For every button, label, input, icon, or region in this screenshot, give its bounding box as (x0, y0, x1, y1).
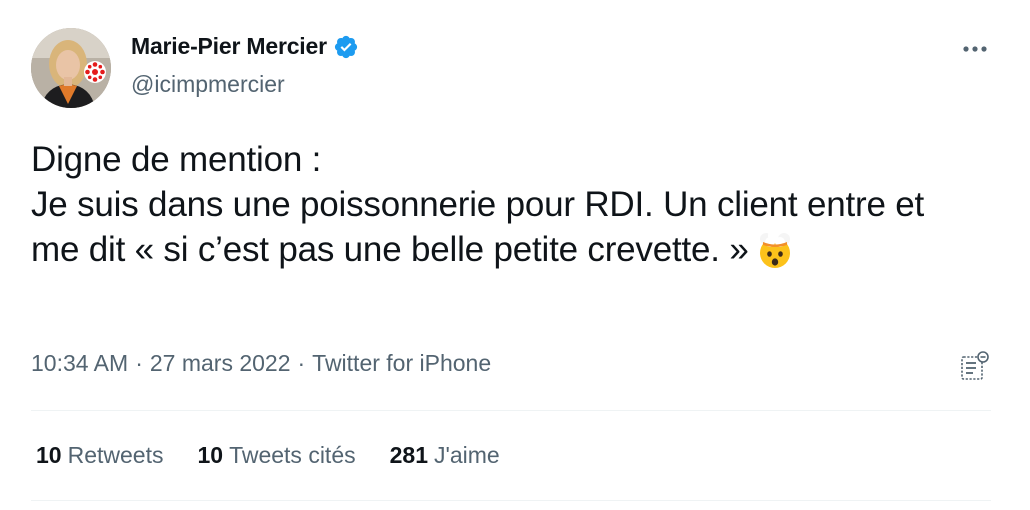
verified-badge-icon (334, 35, 357, 58)
retweets-stat[interactable]: 10 Retweets (36, 442, 163, 469)
meta-separator: · (135, 350, 143, 376)
divider (31, 500, 991, 501)
author-display-name[interactable]: Marie-Pier Mercier (131, 33, 359, 60)
retweets-label: Retweets (67, 442, 164, 468)
tweet-analytics-icon[interactable] (959, 350, 989, 382)
quote-tweets-stat[interactable]: 10 Tweets cités (197, 442, 355, 469)
quote-tweets-label: Tweets cités (229, 442, 356, 468)
tweet-date[interactable]: 27 mars 2022 (150, 350, 291, 377)
avatar-photo (31, 28, 111, 108)
author-handle[interactable]: @icimpmercier (131, 71, 285, 98)
likes-stat[interactable]: 281 J'aime (390, 442, 500, 469)
tweet-metadata: 10:34 AM · 27 mars 2022 · Twitter for iP… (31, 350, 491, 377)
author-name-text[interactable]: Marie-Pier Mercier (131, 33, 327, 60)
retweets-count: 10 (36, 442, 62, 468)
tweet-source[interactable]: Twitter for iPhone (312, 350, 491, 377)
likes-count: 281 (389, 442, 428, 468)
meta-separator: · (297, 350, 306, 376)
likes-label: J'aime (433, 442, 500, 468)
author-avatar[interactable] (31, 28, 111, 108)
exploding-head-emoji-icon (759, 229, 790, 268)
quote-tweets-count: 10 (197, 442, 224, 468)
radio-canada-logo-icon (84, 61, 106, 83)
more-dots-icon (963, 46, 987, 52)
tweet-stats: 10 Retweets 10 Tweets cités 281 J'aime (36, 442, 534, 469)
tweet-time[interactable]: 10:34 AM (31, 350, 128, 377)
divider (31, 410, 991, 411)
tweet-text: Digne de mention : Je suis dans une pois… (31, 137, 961, 272)
more-options-button[interactable] (960, 34, 990, 64)
